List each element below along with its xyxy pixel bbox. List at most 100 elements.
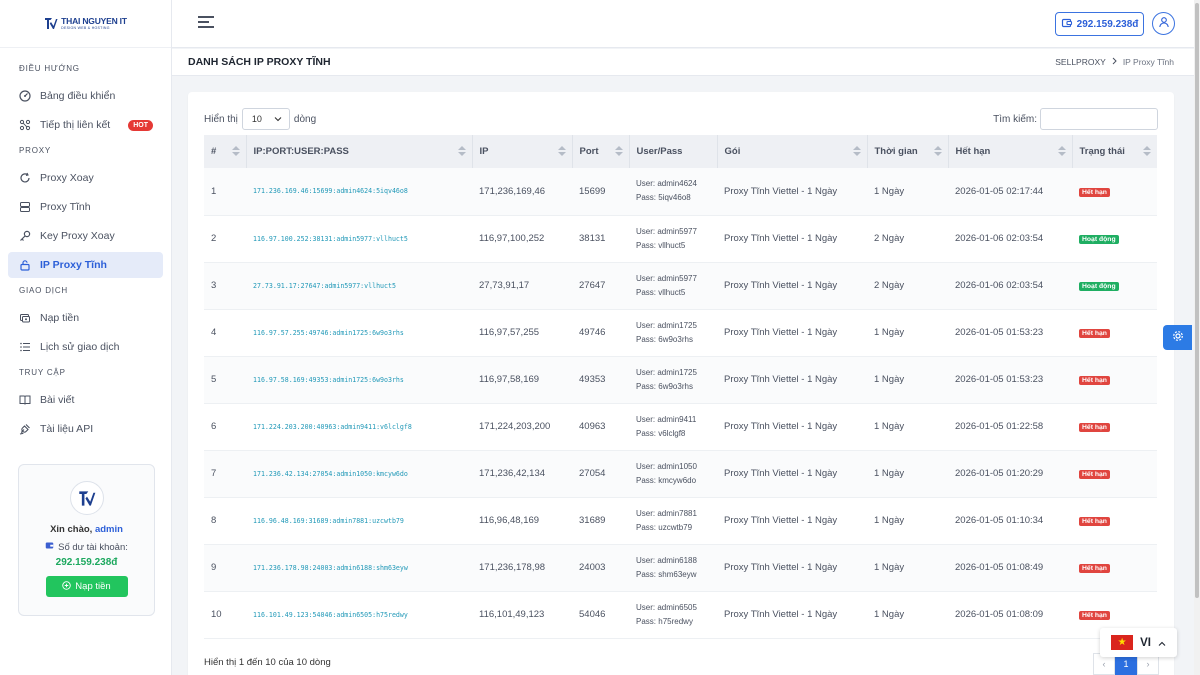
chevron-down-icon bbox=[274, 114, 282, 124]
sort-icon bbox=[1057, 146, 1066, 157]
brand-logo[interactable]: THAI NGUYEN IT DESIGN WEB & HOSTING bbox=[0, 0, 171, 48]
pass-value: h75redwy bbox=[658, 616, 693, 626]
proxy-expires: 2026-01-05 02:17:44 bbox=[948, 168, 1072, 216]
sort-icon bbox=[614, 146, 623, 157]
sidebar-item-dashboard[interactable]: Bảng điều khiển bbox=[8, 83, 163, 109]
status-badge: Hết hạn bbox=[1079, 611, 1110, 620]
column-header-port[interactable]: Port bbox=[572, 135, 630, 168]
proxy-string[interactable]: 27.73.91.17:27647:admin5977:vllhuct5 bbox=[246, 262, 472, 310]
dashboard-icon bbox=[18, 89, 32, 103]
pass-prefix: Pass: bbox=[636, 428, 657, 438]
status-badge: Hết hạn bbox=[1079, 329, 1110, 338]
proxy-duration: 1 Ngày bbox=[867, 356, 948, 404]
breadcrumb-home-link[interactable]: SELLPROXY bbox=[1055, 57, 1106, 67]
proxy-status-cell: Hết hạn bbox=[1072, 497, 1157, 545]
sidebar-item-rotating-key[interactable]: Key Proxy Xoay bbox=[8, 223, 163, 249]
proxy-string[interactable]: 116.97.58.169:49353:admin1725:6w9o3rhs bbox=[246, 356, 472, 404]
proxy-port: 24003 bbox=[572, 544, 629, 592]
chevron-up-icon bbox=[1158, 636, 1166, 650]
balance-label: Số dư tài khoản: bbox=[58, 541, 128, 553]
proxy-port: 27054 bbox=[572, 450, 629, 498]
credential-pass: Pass: v6lclgf8 bbox=[636, 427, 710, 441]
user-prefix: User: bbox=[636, 179, 656, 189]
user-value: admin1050 bbox=[657, 461, 697, 471]
proxy-duration: 1 Ngày bbox=[867, 544, 948, 592]
sort-icon bbox=[231, 146, 240, 157]
language-switcher[interactable]: ★ VI bbox=[1100, 628, 1177, 657]
greeting-text: Xin chào, bbox=[50, 524, 93, 535]
sidebar-item-articles[interactable]: Bài viết bbox=[8, 387, 163, 413]
proxy-plan: Proxy Tĩnh Viettel - 1 Ngày bbox=[717, 309, 867, 357]
sidebar-item-label: Tiếp thị liên kết bbox=[40, 119, 111, 131]
menu-toggle-button[interactable] bbox=[198, 16, 214, 30]
topup-button[interactable]: Nạp tiền bbox=[45, 576, 128, 597]
sidebar-item-affiliate[interactable]: Tiếp thị liên kết HOT bbox=[8, 112, 163, 138]
proxy-string[interactable]: 116.97.57.255:49746:admin1725:6w9o3rhs bbox=[246, 309, 472, 357]
status-badge: Hết hạn bbox=[1079, 517, 1110, 526]
proxy-duration: 1 Ngày bbox=[867, 497, 948, 545]
wallet-balance-button[interactable]: 292.159.238đ bbox=[1055, 12, 1144, 36]
proxy-expires: 2026-01-05 01:08:49 bbox=[948, 544, 1072, 592]
page-length-select[interactable]: 10 bbox=[241, 108, 290, 130]
user-menu-button[interactable] bbox=[1152, 12, 1175, 35]
topbar: 292.159.238đ bbox=[172, 0, 1200, 48]
column-header-userpass[interactable]: User/Pass bbox=[629, 135, 718, 168]
status-badge: Hết hạn bbox=[1079, 423, 1110, 432]
sidebar-item-rotating-proxy[interactable]: Proxy Xoay bbox=[8, 165, 163, 191]
proxy-string[interactable]: 171.236.169.46:15699:admin4624:5iqv46o8 bbox=[246, 168, 472, 216]
column-header-full[interactable]: IP:PORT:USER:PASS bbox=[246, 135, 473, 168]
proxy-plan: Proxy Tĩnh Viettel - 1 Ngày bbox=[717, 591, 867, 639]
credential-pass: Pass: h75redwy bbox=[636, 615, 710, 629]
proxy-status-cell: Hết hạn bbox=[1072, 450, 1157, 498]
sort-icon bbox=[852, 146, 861, 157]
pass-value: 6w9o3rhs bbox=[658, 334, 693, 344]
refresh-icon bbox=[18, 171, 32, 185]
user-value: admin9411 bbox=[657, 414, 697, 424]
balance-label-row: Số dư tài khoản: bbox=[19, 541, 154, 553]
credential-pass: Pass: vllhuct5 bbox=[636, 286, 710, 300]
pass-value: kmcyw6do bbox=[658, 475, 697, 485]
status-badge: Hoạt động bbox=[1079, 282, 1119, 291]
page-scrollbar[interactable] bbox=[1194, 0, 1200, 675]
column-header-expires[interactable]: Hết hạn bbox=[948, 135, 1073, 168]
proxy-table: # IP:PORT:USER:PASS IP Port User/Pass Gó… bbox=[204, 135, 1157, 639]
sidebar-item-transaction-history[interactable]: Lịch sử giao dịch bbox=[8, 334, 163, 360]
proxy-plan: Proxy Tĩnh Viettel - 1 Ngày bbox=[717, 497, 867, 545]
page-length-prefix: Hiển thị bbox=[204, 113, 238, 125]
pass-prefix: Pass: bbox=[636, 616, 657, 626]
table-row: 10 116.101.49.123:54046:admin6505:h75redw… bbox=[204, 591, 1157, 639]
pass-value: shm63eyw bbox=[658, 569, 697, 579]
brand-name: THAI NGUYEN IT bbox=[61, 15, 127, 26]
proxy-string[interactable]: 116.96.48.169:31689:admin7881:uzcwtb79 bbox=[246, 497, 472, 545]
column-header-label: IP bbox=[479, 146, 489, 157]
search-input[interactable] bbox=[1040, 108, 1158, 130]
sidebar-item-static-proxy[interactable]: Proxy Tĩnh bbox=[8, 194, 163, 220]
column-header-index[interactable]: # bbox=[204, 135, 247, 168]
sidebar-item-topup[interactable]: Nạp tiền bbox=[8, 305, 163, 331]
column-header-duration[interactable]: Thời gian bbox=[867, 135, 949, 168]
proxy-string[interactable]: 116.101.49.123:54046:admin6505:h75redwy bbox=[246, 591, 472, 639]
proxy-ip: 171,236,178,98 bbox=[472, 544, 572, 592]
proxy-string[interactable]: 171.236.178.98:24003:admin6188:shm63eyw bbox=[246, 544, 472, 592]
column-header-ip[interactable]: IP bbox=[472, 135, 573, 168]
proxy-port: 31689 bbox=[572, 497, 629, 545]
proxy-plan: Proxy Tĩnh Viettel - 1 Ngày bbox=[717, 544, 867, 592]
proxy-string[interactable]: 171.236.42.134:27054:admin1050:kmcyw6do bbox=[246, 450, 472, 498]
sidebar-item-static-ip-proxy[interactable]: IP Proxy Tĩnh bbox=[8, 252, 163, 278]
column-header-label: Port bbox=[579, 146, 599, 157]
section-title-access: TRUY CẬP bbox=[19, 368, 66, 377]
proxy-status-cell: Hết hạn bbox=[1072, 403, 1157, 451]
row-index: 3 bbox=[204, 262, 246, 310]
proxy-string[interactable]: 171.224.203.200:40963:admin9411:v6lclgf8 bbox=[246, 403, 472, 451]
proxy-expires: 2026-01-06 02:03:54 bbox=[948, 215, 1072, 263]
pass-prefix: Pass: bbox=[636, 569, 657, 579]
column-header-plan[interactable]: Gói bbox=[717, 135, 868, 168]
pass-prefix: Pass: bbox=[636, 334, 657, 344]
breadcrumb-current: IP Proxy Tĩnh bbox=[1122, 57, 1174, 67]
section-title-transactions: GIAO DỊCH bbox=[19, 286, 68, 295]
settings-float-button[interactable] bbox=[1163, 325, 1192, 350]
sidebar-item-api-docs[interactable]: Tài liệu API bbox=[8, 416, 163, 442]
proxy-port: 40963 bbox=[572, 403, 629, 451]
column-header-status[interactable]: Trạng thái bbox=[1072, 135, 1157, 168]
proxy-string[interactable]: 116.97.100.252:38131:admin5977:vllhuct5 bbox=[246, 215, 472, 263]
